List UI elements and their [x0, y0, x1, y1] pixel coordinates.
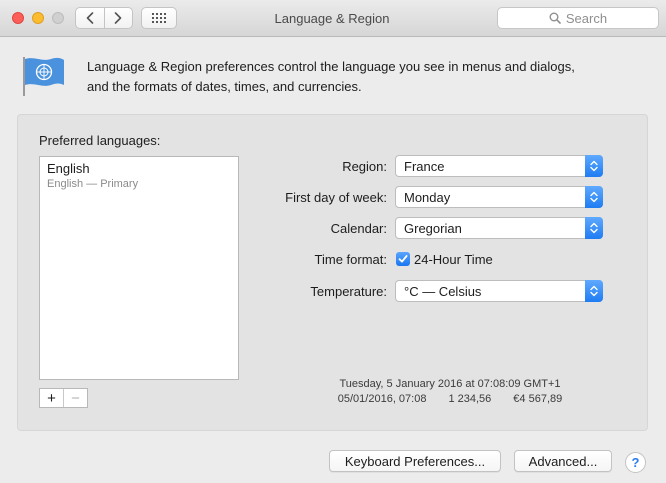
calendar-select[interactable]: Gregorian — [395, 217, 603, 239]
region-select[interactable]: France — [395, 155, 603, 177]
search-icon — [549, 12, 561, 24]
language-item-name[interactable]: English — [47, 161, 90, 176]
description-line-2: and the formats of dates, times, and cur… — [87, 79, 362, 94]
time-format-label: Time format: — [314, 252, 387, 267]
first-day-label: First day of week: — [285, 190, 387, 205]
remove-language-button: − — [63, 389, 87, 407]
language-list[interactable]: English English — Primary — [39, 156, 239, 380]
updown-arrows-icon — [585, 186, 603, 208]
un-flag-icon — [23, 57, 64, 96]
preview-number: 1 234,56 — [448, 393, 492, 405]
region-value: France — [404, 159, 445, 174]
format-preview-line-1: Tuesday, 5 January 2016 at 07:08:09 GMT+… — [339, 378, 561, 390]
calendar-value: Gregorian — [404, 221, 462, 236]
back-chevron-icon — [86, 12, 94, 24]
keyboard-preferences-button[interactable]: Keyboard Preferences... — [329, 450, 501, 472]
preview-currency: €4 567,89 — [513, 393, 563, 405]
zoom-window-button — [52, 12, 64, 24]
search-input[interactable]: Search — [497, 7, 659, 29]
format-preview-line-2: 05/01/2016, 07:08 1 234,56 €4 567,89 — [310, 393, 590, 405]
temperature-select[interactable]: °C — Celsius — [395, 280, 603, 302]
region-label: Region: — [342, 159, 387, 174]
preview-date-short: 05/01/2016, 07:08 — [337, 393, 427, 405]
updown-arrows-icon — [585, 155, 603, 177]
forward-button[interactable] — [103, 8, 133, 28]
forward-chevron-icon — [114, 12, 122, 24]
checkmark-icon — [398, 255, 408, 263]
24-hour-time-label[interactable]: 24-Hour Time — [414, 252, 493, 267]
search-placeholder: Search — [565, 10, 608, 26]
first-day-value: Monday — [404, 190, 451, 205]
window-title: Language & Region — [274, 11, 390, 26]
show-all-button[interactable] — [141, 7, 177, 29]
temperature-value: °C — Celsius — [404, 284, 482, 299]
add-remove-language-buttons: + − — [39, 388, 88, 408]
add-language-button[interactable]: + — [40, 389, 63, 407]
close-window-button[interactable] — [12, 12, 24, 24]
temperature-label: Temperature: — [310, 284, 387, 299]
first-day-select[interactable]: Monday — [395, 186, 603, 208]
description: Language & Region preferences control th… — [87, 57, 647, 97]
help-icon[interactable]: ? — [625, 452, 646, 473]
updown-arrows-icon — [585, 217, 603, 239]
calendar-label: Calendar: — [330, 221, 387, 236]
navigation-buttons — [75, 7, 133, 29]
language-item-detail: English — Primary — [47, 178, 139, 190]
back-button[interactable] — [76, 8, 104, 28]
grid-icon — [152, 13, 166, 23]
24-hour-time-checkbox[interactable] — [396, 252, 410, 266]
updown-arrows-icon — [585, 280, 603, 302]
title-bar: Language & Region Search — [0, 0, 666, 37]
minimize-window-button[interactable] — [32, 12, 44, 24]
advanced-button[interactable]: Advanced... — [514, 450, 612, 472]
description-line-1: Language & Region preferences control th… — [87, 59, 575, 74]
preferred-languages-label: Preferred languages: — [39, 133, 161, 148]
